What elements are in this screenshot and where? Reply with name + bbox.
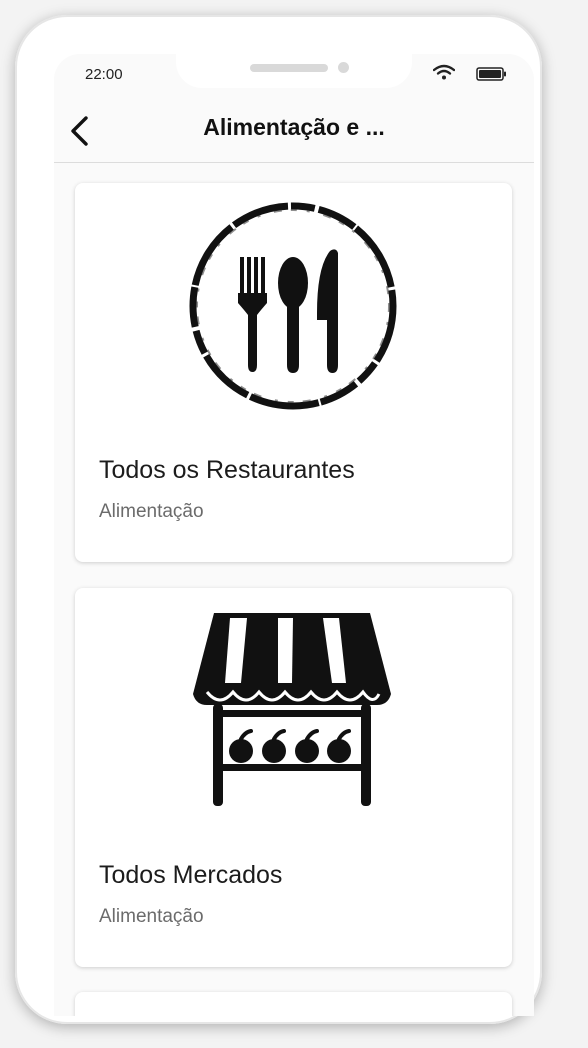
category-card-partial[interactable] [75, 992, 512, 1016]
card-title: Todos Mercados [99, 861, 283, 889]
navigation-bar: Alimentação e ... [54, 98, 534, 163]
category-list: Todos os Restaurantes Alimentação Todos … [54, 163, 534, 1016]
card-subtitle: Alimentação [99, 906, 204, 927]
app-screen: 22:00 Alimentação e ... Todos os Restaur… [54, 54, 534, 1016]
page-title: Alimentação e ... [203, 114, 385, 140]
market-stall-icon [193, 613, 391, 806]
restaurant-cutlery-icon [189, 202, 397, 410]
status-time: 22:00 [85, 66, 123, 83]
category-card-markets[interactable]: Todos Mercados Alimentação [75, 588, 512, 967]
card-subtitle: Alimentação [99, 501, 204, 522]
status-bar: 22:00 [54, 54, 534, 98]
phone-frame: 22:00 Alimentação e ... Todos os Restaur… [15, 15, 542, 1024]
device-notch [176, 54, 412, 88]
front-camera [338, 62, 349, 73]
wifi-icon [433, 64, 455, 80]
card-title: Todos os Restaurantes [99, 456, 355, 484]
speaker-grille [250, 64, 328, 72]
battery-icon [476, 67, 506, 81]
category-card-restaurants[interactable]: Todos os Restaurantes Alimentação [75, 183, 512, 562]
